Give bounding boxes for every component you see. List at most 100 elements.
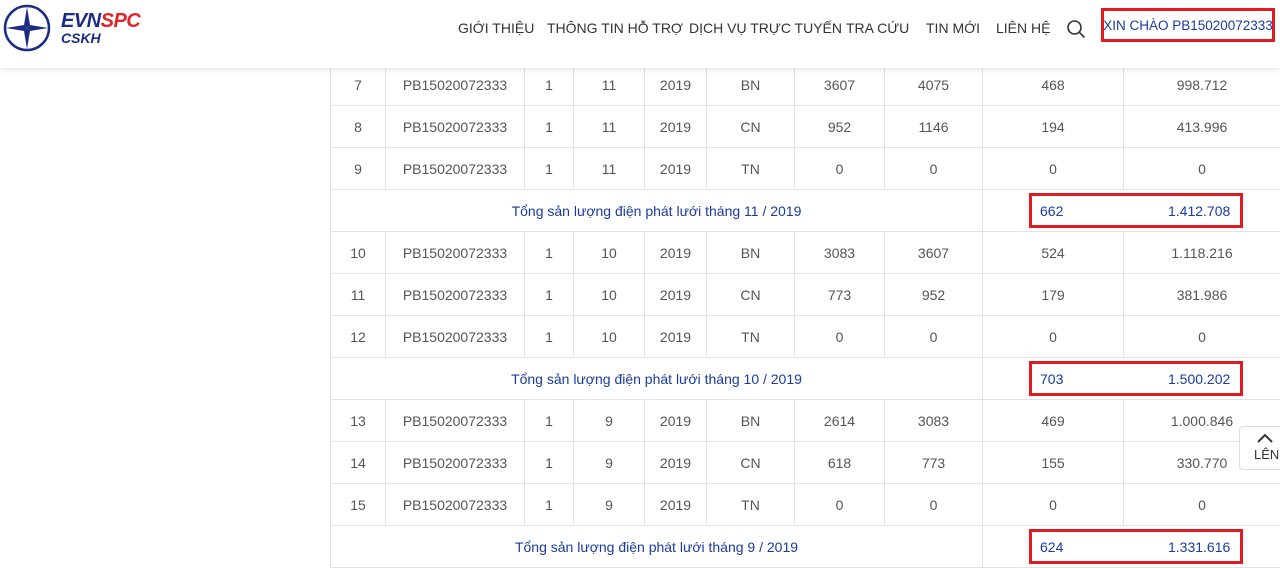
nav-tin-moi[interactable]: TIN MỚI	[926, 20, 980, 36]
evn-logo-icon[interactable]	[3, 4, 51, 52]
table-row: 11 PB15020072333 1 10 2019 CN 773 952 179 381.986	[330, 274, 1280, 316]
logo-wordmark[interactable]: EVNSPC	[61, 11, 141, 31]
table-cell: 0	[794, 484, 884, 526]
table-cell: BN	[706, 232, 794, 274]
table-cell: 11	[573, 148, 644, 190]
table-cell: 0	[884, 148, 982, 190]
table-cell: 7	[330, 64, 385, 106]
table-cell: 0	[794, 148, 884, 190]
table-cell: 179	[982, 274, 1123, 316]
table-cell: 194	[982, 106, 1123, 148]
table-cell: 14	[330, 442, 385, 484]
table-row: 12 PB15020072333 1 10 2019 TN 0 0 0 0	[330, 316, 1280, 358]
table-cell: CN	[706, 106, 794, 148]
table-cell: 0	[982, 316, 1123, 358]
table-cell: 998.712	[1123, 64, 1280, 106]
table-cell: 773	[884, 442, 982, 484]
monthly-total-kwh: 662	[1040, 203, 1064, 219]
table-cell: 155	[982, 442, 1123, 484]
table-cell: 1146	[884, 106, 982, 148]
monthly-total-label: Tổng sản lượng điện phát lưới tháng 9 / …	[330, 526, 982, 568]
table-cell: 1	[524, 400, 573, 442]
table-cell: PB15020072333	[385, 442, 524, 484]
table-cell: 0	[982, 484, 1123, 526]
table-cell: 773	[794, 274, 884, 316]
table-row: 10 PB15020072333 1 10 2019 BN 3083 3607 524 1.118…	[330, 232, 1280, 274]
table-cell: 0	[1123, 484, 1280, 526]
table-cell: 2019	[644, 442, 706, 484]
table-cell: BN	[706, 64, 794, 106]
table-cell: 9	[330, 148, 385, 190]
table-cell: 13	[330, 400, 385, 442]
table-cell: 524	[982, 232, 1123, 274]
nav-tra-cuu[interactable]: TRA CỨU	[846, 20, 909, 36]
table-cell: 10	[573, 232, 644, 274]
table-row: 15 PB15020072333 1 9 2019 TN 0 0 0 0	[330, 484, 1280, 526]
search-icon[interactable]	[1066, 19, 1086, 39]
table-cell: 2614	[794, 400, 884, 442]
table-cell: 2019	[644, 316, 706, 358]
user-greeting-link[interactable]: XIN CHÀO PB15020072333	[1101, 8, 1275, 42]
table-cell: TN	[706, 316, 794, 358]
table-cell: 2019	[644, 106, 706, 148]
monthly-total-amount: 1.331.616	[1168, 539, 1231, 555]
table-cell: 618	[794, 442, 884, 484]
table-cell: PB15020072333	[385, 316, 524, 358]
table-cell: 1	[524, 64, 573, 106]
table-cell: PB15020072333	[385, 484, 524, 526]
table-cell: 9	[573, 400, 644, 442]
table-cell: 3607	[884, 232, 982, 274]
monthly-total-kwh: 703	[1040, 371, 1064, 387]
monthly-total-amount: 1.412.708	[1168, 203, 1231, 219]
table-cell: 2019	[644, 274, 706, 316]
column-divider	[982, 526, 983, 568]
table-cell: TN	[706, 484, 794, 526]
table-cell: 15	[330, 484, 385, 526]
table-cell: TN	[706, 148, 794, 190]
table-cell: PB15020072333	[385, 400, 524, 442]
table-cell: 0	[982, 148, 1123, 190]
table-cell: 2019	[644, 148, 706, 190]
table-cell: 1	[524, 148, 573, 190]
table-cell: 2019	[644, 400, 706, 442]
table-cell: 1	[524, 274, 573, 316]
table-row: 9 PB15020072333 1 11 2019 TN 0 0 0 0	[330, 148, 1280, 190]
table-cell: 9	[573, 442, 644, 484]
table-cell: 3083	[794, 232, 884, 274]
nav-thong-tin-ho-tro[interactable]: THÔNG TIN HỖ TRỢ	[547, 20, 683, 36]
column-divider	[982, 358, 983, 400]
table-cell: 469	[982, 400, 1123, 442]
table-cell: 952	[794, 106, 884, 148]
table-cell: 4075	[884, 64, 982, 106]
table-cell: 8	[330, 106, 385, 148]
nav-gioi-thieu[interactable]: GIỚI THIỆU	[458, 20, 534, 36]
table-cell: PB15020072333	[385, 274, 524, 316]
table-cell: 10	[573, 274, 644, 316]
monthly-total-label: Tổng sản lượng điện phát lưới tháng 11 /…	[330, 190, 982, 232]
table-cell: 10	[330, 232, 385, 274]
table-row: 14 PB15020072333 1 9 2019 CN 618 773 155 330.770	[330, 442, 1280, 484]
table-row: 13 PB15020072333 1 9 2019 BN 2614 3083 469 1.000.…	[330, 400, 1280, 442]
nav-dich-vu-truc-tuyen[interactable]: DỊCH VỤ TRỰC TUYẾN	[689, 20, 842, 36]
scroll-to-top-button[interactable]: LÊN	[1239, 426, 1280, 470]
scroll-to-top-label: LÊN	[1254, 447, 1280, 462]
table-cell: 1	[524, 316, 573, 358]
nav-lien-he[interactable]: LIÊN HỆ	[996, 20, 1050, 36]
table-cell: 0	[884, 484, 982, 526]
column-divider	[982, 190, 983, 232]
table-cell: 2019	[644, 64, 706, 106]
table-cell: 413.996	[1123, 106, 1280, 148]
site-header: EVNSPC CSKH GIỚI THIỆU THÔNG TIN HỖ TRỢ …	[0, 0, 1280, 68]
table-cell: 1.118.216	[1123, 232, 1280, 274]
table-cell: 1	[524, 232, 573, 274]
table-cell: 0	[794, 316, 884, 358]
table-cell: 12	[330, 316, 385, 358]
table-cell: 9	[573, 484, 644, 526]
chevron-up-icon	[1257, 433, 1273, 443]
table-cell: 11	[330, 274, 385, 316]
table-cell: 2019	[644, 484, 706, 526]
table-row: 7 PB15020072333 1 11 2019 BN 3607 4075 468 998.71…	[330, 64, 1280, 106]
table-cell: 1	[524, 106, 573, 148]
monthly-total-kwh: 624	[1040, 539, 1064, 555]
monthly-total-row: Tổng sản lượng điện phát lưới tháng 10 /…	[330, 358, 1280, 400]
